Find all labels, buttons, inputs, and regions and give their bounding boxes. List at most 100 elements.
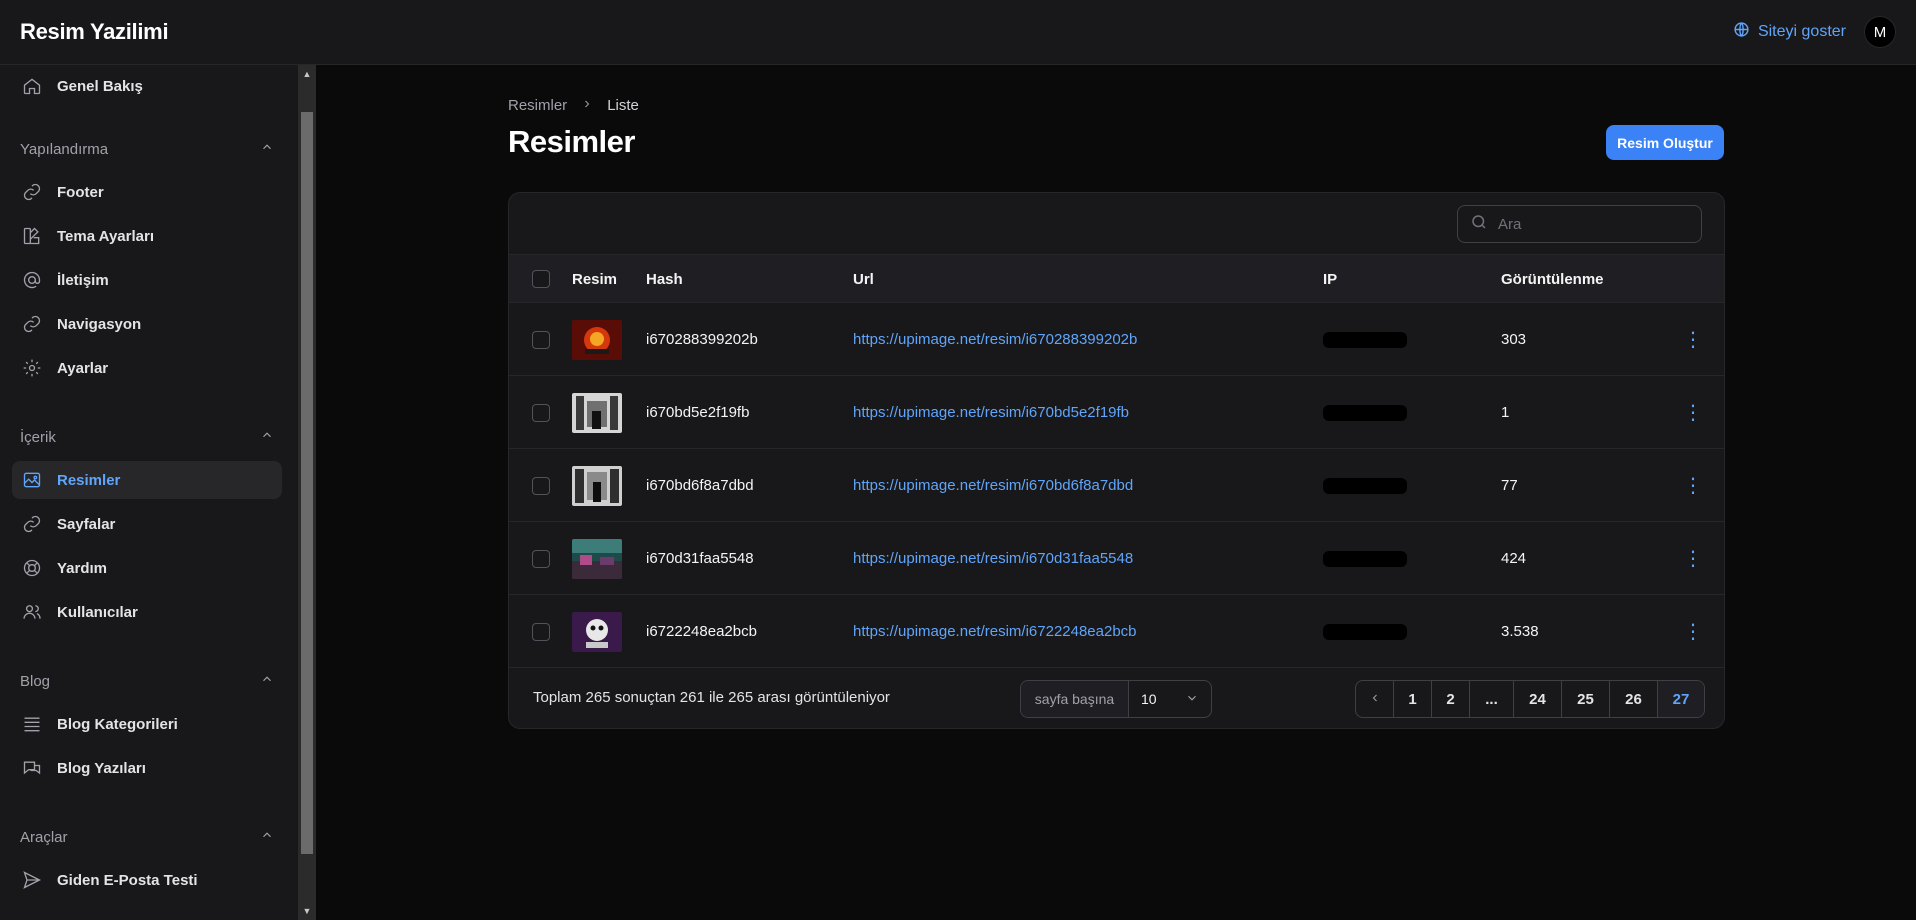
sidebar-item-blog-categories[interactable]: Blog Kategorileri	[12, 705, 282, 743]
sidebar-item-label: Kullanıcılar	[57, 603, 138, 621]
page-title: Resimler	[508, 124, 635, 159]
sidebar-item-users[interactable]: Kullanıcılar	[12, 593, 282, 631]
ip-redacted	[1323, 477, 1407, 494]
url-link[interactable]: https://upimage.net/resim/i670d31faa5548	[853, 522, 1133, 595]
sidebar-item-theme-settings[interactable]: Tema Ayarları	[12, 217, 282, 255]
views-cell: 3.538	[1501, 623, 1539, 640]
sidebar-scrollbar[interactable]: ▲ ▼	[298, 65, 316, 920]
image-thumbnail[interactable]	[572, 392, 622, 433]
per-page-dropdown[interactable]: 10	[1129, 681, 1211, 717]
lifebuoy-icon	[21, 557, 43, 579]
row-actions-icon[interactable]: ⋮	[1683, 595, 1703, 668]
row-actions-icon[interactable]: ⋮	[1683, 303, 1703, 376]
sidebar-group-blog[interactable]: Blog	[20, 669, 274, 693]
list-icon	[21, 713, 43, 735]
image-thumbnail[interactable]	[572, 538, 622, 579]
breadcrumb-item[interactable]: Resimler	[508, 97, 567, 114]
ip-redacted	[1323, 550, 1407, 567]
sidebar-item-label: Tema Ayarları	[57, 227, 154, 245]
page-button-24[interactable]: 24	[1514, 681, 1562, 717]
table-row[interactable]: i670d31faa5548 https://upimage.net/resim…	[509, 522, 1724, 595]
page-button-26[interactable]: 26	[1610, 681, 1658, 717]
sidebar-item-settings[interactable]: Ayarlar	[12, 349, 282, 387]
search-input[interactable]	[1498, 215, 1688, 233]
url-link[interactable]: https://upimage.net/resim/i670288399202b	[853, 303, 1137, 376]
row-checkbox[interactable]	[532, 476, 550, 495]
views-cell: 424	[1501, 550, 1527, 567]
row-checkbox[interactable]	[532, 549, 550, 568]
paper-plane-icon	[21, 869, 43, 891]
view-site-link[interactable]: Siteyi goster	[1733, 21, 1846, 43]
url-link[interactable]: https://upimage.net/resim/i670bd5e2f19fb	[853, 376, 1129, 449]
image-thumbnail[interactable]	[572, 319, 622, 360]
previous-page-button[interactable]	[1356, 681, 1394, 717]
sidebar-item-blog-posts[interactable]: Blog Yazıları	[12, 749, 282, 787]
link-icon	[21, 181, 43, 203]
sidebar-item-images[interactable]: Resimler	[12, 461, 282, 499]
row-checkbox[interactable]	[532, 403, 550, 422]
chevron-up-icon	[260, 428, 274, 446]
column-header-image[interactable]: Resim	[572, 255, 617, 303]
link-icon	[21, 513, 43, 535]
sidebar-item-label: Genel Bakış	[57, 77, 143, 95]
column-header-views[interactable]: Görüntülenme	[1501, 255, 1604, 303]
per-page-select[interactable]: sayfa başına 10	[1020, 680, 1212, 718]
search-box[interactable]	[1457, 205, 1702, 243]
scroll-up-arrow-icon[interactable]: ▲	[298, 65, 316, 83]
sidebar-item-navigation[interactable]: Navigasyon	[12, 305, 282, 343]
sidebar-item-overview[interactable]: Genel Bakış	[12, 67, 282, 105]
row-checkbox[interactable]	[532, 330, 550, 349]
page-button-1[interactable]: 1	[1394, 681, 1432, 717]
views-cell: 303	[1501, 331, 1527, 348]
sidebar-group-label: Yapılandırma	[20, 140, 109, 158]
sidebar-item-email-test[interactable]: Giden E-Posta Testi	[12, 861, 282, 899]
chevron-right-icon	[581, 97, 593, 114]
scroll-down-arrow-icon[interactable]: ▼	[298, 902, 316, 920]
users-icon	[21, 601, 43, 623]
sidebar-group-araclar[interactable]: Araçlar	[20, 825, 274, 849]
link-icon	[21, 313, 43, 335]
hash-cell: i670288399202b	[646, 331, 758, 348]
sidebar-item-pages[interactable]: Sayfalar	[12, 505, 282, 543]
table-row[interactable]: i6722248ea2bcb https://upimage.net/resim…	[509, 595, 1724, 668]
chevron-down-icon	[1185, 691, 1199, 708]
scrollbar-thumb[interactable]	[301, 112, 313, 854]
page-button-27-current[interactable]: 27	[1658, 681, 1704, 717]
column-header-hash[interactable]: Hash	[646, 255, 683, 303]
sidebar-item-footer[interactable]: Footer	[12, 173, 282, 211]
sidebar-group-yapilandirma[interactable]: Yapılandırma	[20, 137, 274, 161]
table-row[interactable]: i670288399202b https://upimage.net/resim…	[509, 303, 1724, 376]
sidebar-item-label: İletişim	[57, 271, 109, 289]
image-thumbnail[interactable]	[572, 611, 622, 652]
sidebar-group-label: Araçlar	[20, 828, 68, 846]
page-button-25[interactable]: 25	[1562, 681, 1610, 717]
row-actions-icon[interactable]: ⋮	[1683, 522, 1703, 595]
sidebar-item-label: Blog Yazıları	[57, 759, 146, 777]
image-icon	[21, 469, 43, 491]
url-link[interactable]: https://upimage.net/resim/i670bd6f8a7dbd	[853, 449, 1133, 522]
per-page-label: sayfa başına	[1021, 681, 1129, 717]
views-cell: 77	[1501, 477, 1518, 494]
image-thumbnail[interactable]	[572, 465, 622, 506]
row-actions-icon[interactable]: ⋮	[1683, 449, 1703, 522]
topbar: Resim Yazilimi Siteyi goster M	[0, 0, 1916, 65]
column-header-ip[interactable]: IP	[1323, 255, 1337, 303]
sidebar-item-label: Resimler	[57, 471, 121, 489]
sidebar-item-contact[interactable]: İletişim	[12, 261, 282, 299]
view-site-label: Siteyi goster	[1757, 23, 1846, 40]
table-row[interactable]: i670bd5e2f19fb https://upimage.net/resim…	[509, 376, 1724, 449]
sidebar-group-label: Blog	[20, 672, 51, 690]
row-actions-icon[interactable]: ⋮	[1683, 376, 1703, 449]
select-all-checkbox[interactable]	[532, 270, 550, 288]
sidebar-item-help[interactable]: Yardım	[12, 549, 282, 587]
sidebar-group-icerik[interactable]: İçerik	[20, 425, 274, 449]
avatar[interactable]: M	[1864, 16, 1896, 48]
page-button-2[interactable]: 2	[1432, 681, 1470, 717]
results-summary: Toplam 265 sonuçtan 261 ile 265 arası gö…	[533, 689, 890, 706]
row-checkbox[interactable]	[532, 622, 550, 641]
url-link[interactable]: https://upimage.net/resim/i6722248ea2bcb	[853, 595, 1137, 668]
chevron-up-icon	[260, 828, 274, 846]
create-image-button[interactable]: Resim Oluştur	[1606, 125, 1724, 160]
table-row[interactable]: i670bd6f8a7dbd https://upimage.net/resim…	[509, 449, 1724, 522]
column-header-url[interactable]: Url	[853, 255, 874, 303]
